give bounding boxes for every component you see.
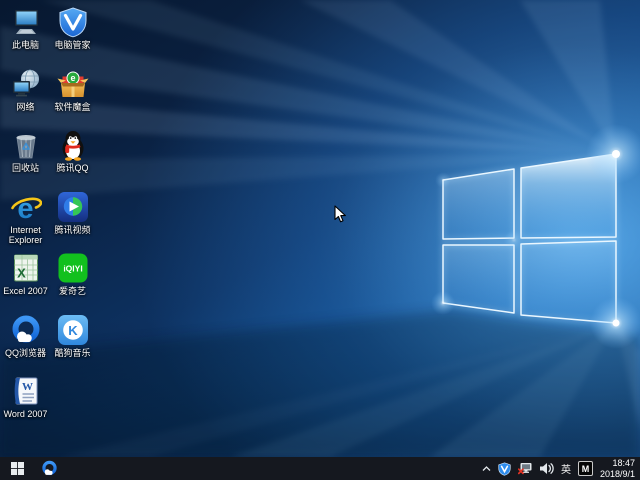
excel-icon: X bbox=[13, 254, 38, 282]
windows-logo-wallpaper bbox=[0, 0, 640, 457]
desktop-icon-label: 酷狗音乐 bbox=[54, 347, 91, 358]
chevron-up-icon bbox=[482, 465, 491, 471]
svg-text:K: K bbox=[68, 322, 78, 337]
svg-text:iQIYI: iQIYI bbox=[63, 264, 82, 274]
svg-text:e: e bbox=[17, 193, 33, 223]
tray-volume[interactable] bbox=[539, 462, 554, 475]
desktop-icon-this-pc[interactable]: 此电脑 bbox=[2, 6, 49, 68]
tencent-qq-icon bbox=[62, 131, 83, 161]
desktop-icon-label: Excel 2007 bbox=[3, 286, 48, 296]
desktop-icon-label: 腾讯QQ bbox=[56, 163, 89, 173]
desktop-wallpaper[interactable]: 此电脑 电脑管家 网络 e 软件魔盒 回收站 腾讯QQ e Internet E… bbox=[0, 0, 640, 457]
iqiyi-icon: iQIYI bbox=[58, 253, 87, 283]
internet-explorer-icon: e bbox=[10, 193, 42, 223]
desktop-icon-grid: 此电脑 电脑管家 网络 e 软件魔盒 回收站 腾讯QQ e Internet E… bbox=[2, 6, 96, 437]
desktop-icon-iqiyi[interactable]: iQIYI 爱奇艺 bbox=[49, 252, 96, 314]
desktop-icon-tencent-qq[interactable]: 腾讯QQ bbox=[49, 129, 96, 191]
desktop-icon-software-box[interactable]: e 软件魔盒 bbox=[49, 68, 96, 130]
desktop-icon-label: QQ浏览器 bbox=[4, 347, 46, 358]
tencent-video-icon bbox=[57, 191, 88, 222]
pc-manager-shield-icon bbox=[498, 461, 511, 476]
tray-overflow-chevron[interactable] bbox=[482, 465, 491, 472]
qq-browser-icon bbox=[41, 460, 57, 476]
desktop-icon-label: 爱奇艺 bbox=[58, 286, 86, 296]
taskbar-clock[interactable]: 18:47 2018/9/1 bbox=[600, 458, 635, 479]
svg-text:X: X bbox=[17, 266, 26, 281]
desktop-icon-label: 软件魔盒 bbox=[54, 101, 91, 112]
desktop-icon-label: Internet Explorer bbox=[8, 224, 43, 245]
tray-network-status[interactable] bbox=[517, 462, 532, 475]
desktop-icon-network[interactable]: 网络 bbox=[2, 68, 49, 130]
tray-language-indicator[interactable]: 英 bbox=[561, 461, 571, 476]
system-tray: 英 M 18:47 2018/9/1 bbox=[482, 457, 640, 480]
tray-pc-manager[interactable] bbox=[498, 461, 511, 476]
clock-date: 2018/9/1 bbox=[599, 468, 635, 479]
desktop-icon-internet-explorer[interactable]: e Internet Explorer bbox=[2, 191, 49, 253]
software-box-icon: e bbox=[57, 71, 88, 97]
desktop-icon-excel-2007[interactable]: X Excel 2007 bbox=[2, 252, 49, 314]
desktop-icon-label: 网络 bbox=[16, 101, 35, 112]
speaker-icon bbox=[539, 463, 554, 474]
network-icon bbox=[12, 69, 39, 96]
desktop-icon-pc-manager[interactable]: 电脑管家 bbox=[49, 6, 96, 68]
pc-manager-icon bbox=[59, 7, 86, 38]
network-disconnected-icon bbox=[517, 463, 532, 475]
desktop-icon-label: Word 2007 bbox=[3, 409, 48, 419]
svg-text:W: W bbox=[22, 381, 33, 393]
windows-desktop-screen: 此电脑 电脑管家 网络 e 软件魔盒 回收站 腾讯QQ e Internet E… bbox=[0, 0, 640, 480]
desktop-icon-label: 此电脑 bbox=[11, 40, 39, 50]
kugou-music-icon: K bbox=[57, 314, 88, 345]
qq-browser-icon bbox=[12, 315, 39, 342]
desktop-icon-label: 电脑管家 bbox=[54, 40, 91, 50]
clock-time: 18:47 bbox=[612, 458, 635, 468]
svg-text:e: e bbox=[70, 73, 75, 83]
taskbar-qq-browser-button[interactable] bbox=[34, 457, 64, 480]
desktop-icon-kugou-music[interactable]: K 酷狗音乐 bbox=[49, 314, 96, 376]
desktop-icon-recycle-bin[interactable]: 回收站 bbox=[2, 129, 49, 191]
word-icon: W bbox=[14, 377, 37, 405]
desktop-icon-label: 腾讯视频 bbox=[54, 224, 91, 235]
start-button[interactable] bbox=[0, 457, 34, 480]
desktop-icon-tencent-video[interactable]: 腾讯视频 bbox=[49, 191, 96, 253]
recycle-bin-icon bbox=[16, 135, 35, 159]
this-pc-icon bbox=[14, 10, 38, 34]
windows-start-icon bbox=[10, 462, 24, 475]
desktop-icon-label: 回收站 bbox=[11, 163, 39, 173]
tray-ime-badge[interactable]: M bbox=[577, 461, 593, 476]
desktop-icon-word-2007[interactable]: W Word 2007 bbox=[2, 375, 49, 437]
desktop-icon-qq-browser[interactable]: QQ浏览器 bbox=[2, 314, 49, 376]
taskbar: 英 M 18:47 2018/9/1 bbox=[0, 457, 640, 480]
